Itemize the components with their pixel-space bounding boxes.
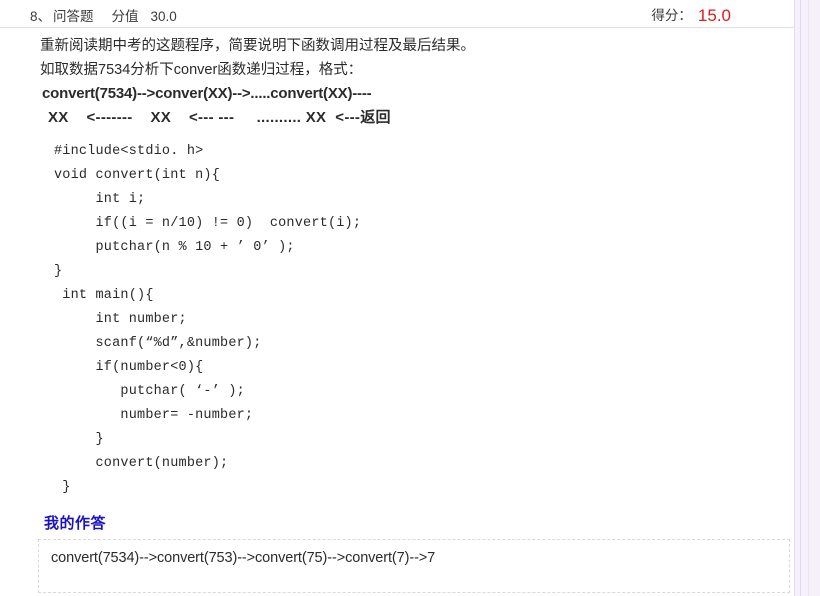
gutter-line-left — [800, 0, 801, 596]
code-listing: #include<stdio. h> void convert(int n){ … — [0, 140, 795, 500]
score-label: 分值 — [111, 9, 139, 24]
code-line: } — [54, 480, 71, 495]
question-format-line-2: XX <------- XX <--- --- .......... XX <-… — [48, 109, 391, 126]
question-meta: 8、 问答题 分值 30.0 — [30, 5, 177, 25]
code-line: void convert(int n){ — [54, 168, 221, 183]
earned-score-label: 得分： — [651, 8, 692, 23]
code-line: int i; — [54, 192, 146, 207]
question-number: 8、 — [30, 9, 52, 24]
code-line: int main(){ — [54, 288, 154, 303]
code-line: convert(number); — [54, 456, 229, 471]
code-line: if(number<0){ — [54, 360, 204, 375]
gutter-line-right — [808, 0, 809, 596]
code-line: number= -number; — [54, 408, 254, 423]
code-line: #include<stdio. h> — [54, 144, 204, 159]
my-answer-heading: 我的作答 — [44, 515, 107, 532]
code-line: } — [54, 264, 63, 279]
question-type: 问答题 — [53, 9, 94, 24]
code-line: putchar(n % 10 + ’ 0’ ); — [54, 240, 295, 255]
my-answer-text: convert(7534)-->convert(753)-->convert(7… — [51, 550, 436, 566]
earned-score-value: 15.0 — [697, 6, 731, 25]
question-page: 8、 问答题 分值 30.0 得分： 15.0 重新阅读期中考的这题程序，简要说明下函数… — [0, 0, 795, 596]
question-line-1: 重新阅读期中考的这题程序，简要说明下函数调用过程及最后结果。 — [40, 38, 475, 54]
code-line: int number; — [54, 312, 187, 327]
code-line: putchar( ‘-’ ); — [54, 384, 245, 399]
code-line: } — [54, 432, 104, 447]
my-answer-box[interactable]: convert(7534)-->convert(753)-->convert(7… — [38, 539, 790, 593]
code-line: if((i = n/10) != 0) convert(i); — [54, 216, 362, 231]
code-line: scanf(“%d”,&number); — [54, 336, 262, 351]
earned-score-group: 得分： 15.0 — [651, 4, 731, 26]
question-body: 重新阅读期中考的这题程序，简要说明下函数调用过程及最后结果。 如取数据7534分… — [0, 34, 795, 130]
right-scroll-gutter[interactable] — [794, 0, 820, 596]
question-line-2: 如取数据7534分析下conver函数递归过程，格式： — [40, 62, 363, 78]
question-format-line-1: convert(7534)-->conver(XX)-->.....conver… — [42, 85, 372, 102]
score-value: 30.0 — [150, 9, 177, 24]
question-header: 8、 问答题 分值 30.0 得分： 15.0 — [0, 0, 795, 28]
